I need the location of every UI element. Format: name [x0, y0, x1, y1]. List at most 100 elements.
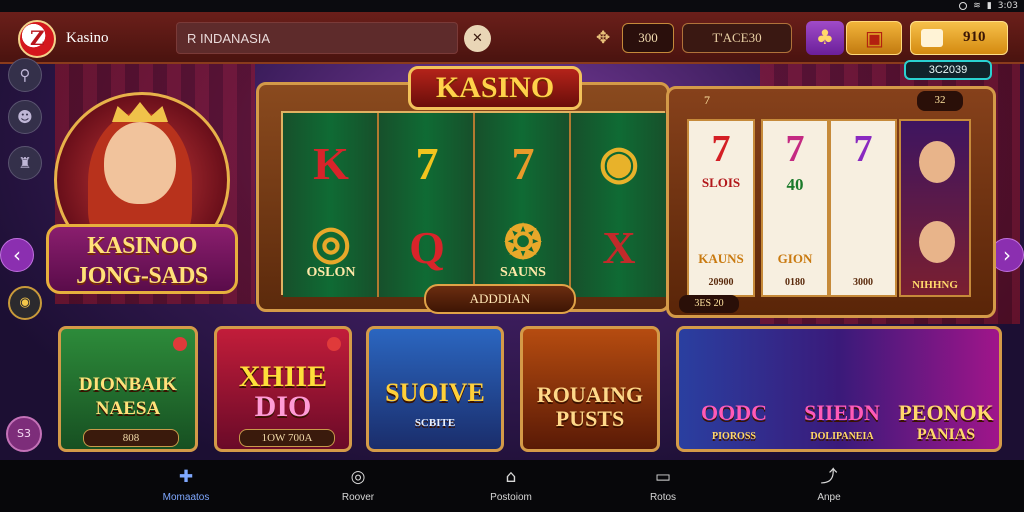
reel-symbol: 7 — [853, 128, 873, 170]
status-time: 3:03 — [997, 1, 1018, 11]
app-name: Kasino — [66, 30, 109, 46]
scroll-left-button[interactable]: ‹ — [0, 238, 34, 272]
reel-foot: 3000 — [853, 277, 873, 288]
game-tile[interactable]: DIONBAIK NAESA 808 — [58, 326, 198, 452]
tile-title-line1: SUOIVE — [385, 378, 485, 407]
nav-item-rotos[interactable]: ▭ Rotos — [608, 466, 718, 503]
tile-subtitle: PANIAS — [916, 426, 976, 443]
nav-label: Postoiom — [490, 492, 532, 503]
mini-reel: 7 40 GION 0180 — [761, 119, 829, 297]
close-icon[interactable] — [173, 337, 187, 351]
balance-display[interactable]: T'ACE30 — [682, 23, 792, 53]
mini-reel: 7 SLOIS KAUNS 20900 — [687, 119, 755, 297]
character-portrait: NIHHNG — [899, 119, 971, 297]
reel-symbol: 7 — [511, 138, 535, 189]
nav-item-home[interactable]: ✚ Momaatos — [131, 466, 241, 503]
reel-label: SLOIS — [701, 175, 741, 190]
tile-footer: 1OW 700A — [239, 429, 335, 447]
portrait-face — [919, 141, 955, 183]
clear-search-button[interactable]: ✕ — [464, 25, 491, 52]
reel-3: 7 ❂ SAUNS — [475, 113, 571, 297]
jackpot-counter: 3C2039 — [904, 60, 992, 80]
nav-item-roover[interactable]: ◎ Roover — [303, 466, 413, 503]
tile-title-line2: PUSTS — [555, 406, 625, 431]
machine-footer: 3ES 20 — [679, 295, 739, 313]
reel-symbol-label: OSLON — [306, 265, 356, 280]
search-input[interactable]: R INDANASIA — [176, 22, 458, 54]
gold-balance-button[interactable]: 910 — [910, 21, 1008, 55]
reel-symbol: ❂ — [503, 217, 543, 268]
secondary-slot-machine[interactable]: 7 32 7 SLOIS KAUNS 20900 7 40 GION 0180 … — [666, 86, 996, 318]
battery-icon: ▮ — [986, 1, 992, 11]
reel-symbol: 7 — [785, 128, 805, 170]
tile-title-line2: DIO — [254, 390, 312, 423]
tile-title-line2: SCBITE — [414, 417, 456, 429]
tile-title-line2: NAESA — [95, 398, 161, 419]
game-tile-wide[interactable]: OODC PIOROSS SIIEDN DOLIPANEIA PEONOK PA… — [676, 326, 1002, 452]
machine-badge: 32 — [917, 91, 963, 111]
tile-footer: 808 — [83, 429, 179, 447]
reel-symbol: ◉ — [598, 137, 640, 188]
tile-title-line1: ROUAING — [536, 382, 644, 407]
hero-character-card[interactable]: KASINOO JONG-SADS — [46, 84, 238, 306]
reel-sub: KAUNS — [698, 251, 744, 266]
tile-title: PEONOK — [898, 400, 994, 425]
share-icon: ⤴ — [820, 467, 838, 487]
nav-label: Momaatos — [162, 492, 210, 503]
hero-face — [104, 122, 176, 204]
puzzle-icon: ✚ — [178, 467, 194, 487]
reel-foot: 20900 — [708, 277, 734, 288]
hero-title: KASINOO JONG-SADS — [46, 224, 238, 294]
coin-bonus-button[interactable]: ◉ — [8, 286, 42, 320]
reel-symbol: ◎ — [310, 217, 352, 268]
rail-chart-icon[interactable]: ⚲ — [8, 58, 42, 92]
spin-button[interactable]: ADDDIAN — [424, 284, 576, 314]
home-icon: ⌂ — [505, 467, 517, 487]
portrait-face — [919, 221, 955, 263]
main-slot-machine[interactable]: K ◎ OSLON 7 Q 7 ❂ SAUNS ◉ X — [256, 82, 670, 312]
nav-item-postoiom[interactable]: ⌂ Postoiom — [456, 466, 566, 503]
machine-header: 7 — [704, 93, 710, 107]
reel-symbol: K — [313, 138, 349, 189]
wifi-icon: ≋ — [973, 1, 981, 11]
reel-1: K ◎ OSLON — [283, 113, 379, 297]
game-tile[interactable]: ROUAING PUSTS — [520, 326, 660, 452]
hero-title-line1: KASINOO — [87, 233, 197, 259]
reel-symbol: 7 — [415, 138, 439, 189]
nav-label: Rotos — [649, 492, 677, 503]
move-icon[interactable]: ✥ — [596, 28, 610, 48]
slot-title: KASINO — [408, 66, 582, 110]
tile-subtitle: DOLIPANEIA — [810, 431, 874, 442]
nav-label: Roover — [341, 492, 375, 503]
reel-symbol-label: SAUNS — [500, 265, 546, 280]
tile-subtitle: PIOROSS — [712, 431, 756, 442]
gold-amount: 910 — [963, 29, 986, 45]
tile-title-line1: XHIIE — [238, 360, 328, 393]
reel-symbol: X — [602, 222, 636, 273]
rail-profile-icon[interactable]: ☻ — [8, 100, 42, 134]
close-icon[interactable] — [327, 337, 341, 351]
reel-symbol: 7 — [711, 128, 731, 170]
coin-count[interactable]: 300 — [622, 23, 674, 53]
mascot-button[interactable] — [806, 21, 844, 55]
mini-reel: 7 3000 — [829, 119, 897, 297]
tile-title: OODC — [701, 400, 767, 425]
treasure-chest-button[interactable] — [846, 21, 902, 55]
app-logo[interactable] — [18, 20, 56, 58]
reel-4: ◉ X — [571, 113, 667, 297]
game-tile[interactable]: SUOIVE SCBITE — [366, 326, 504, 452]
level-badge[interactable]: S3 — [6, 416, 42, 452]
game-tile[interactable]: XHIIE DIO 1OW 700A — [214, 326, 352, 452]
reel-area: K ◎ OSLON 7 Q 7 ❂ SAUNS ◉ X — [281, 111, 667, 297]
reel-symbol: Q — [409, 222, 445, 273]
reel-foot: 0180 — [785, 277, 805, 288]
top-bar: Kasino R INDANASIA ✕ ✥ 300 T'ACE30 910 — [0, 12, 1024, 64]
status-bar: ≋ ▮ 3:03 — [0, 0, 1024, 12]
portrait-label: NIHHNG — [912, 279, 958, 291]
reel-sub: GION — [777, 251, 813, 266]
bottom-navigation: ✚ Momaatos ◎ Roover ⌂ Postoiom ▭ Rotos ⤴… — [0, 460, 1024, 512]
tile-title-line1: DIONBAIK — [78, 374, 178, 395]
reel-label: 40 — [786, 175, 804, 194]
nav-item-anpe[interactable]: ⤴ Anpe — [774, 466, 884, 503]
rail-trophy-icon[interactable]: ♜ — [8, 146, 42, 180]
